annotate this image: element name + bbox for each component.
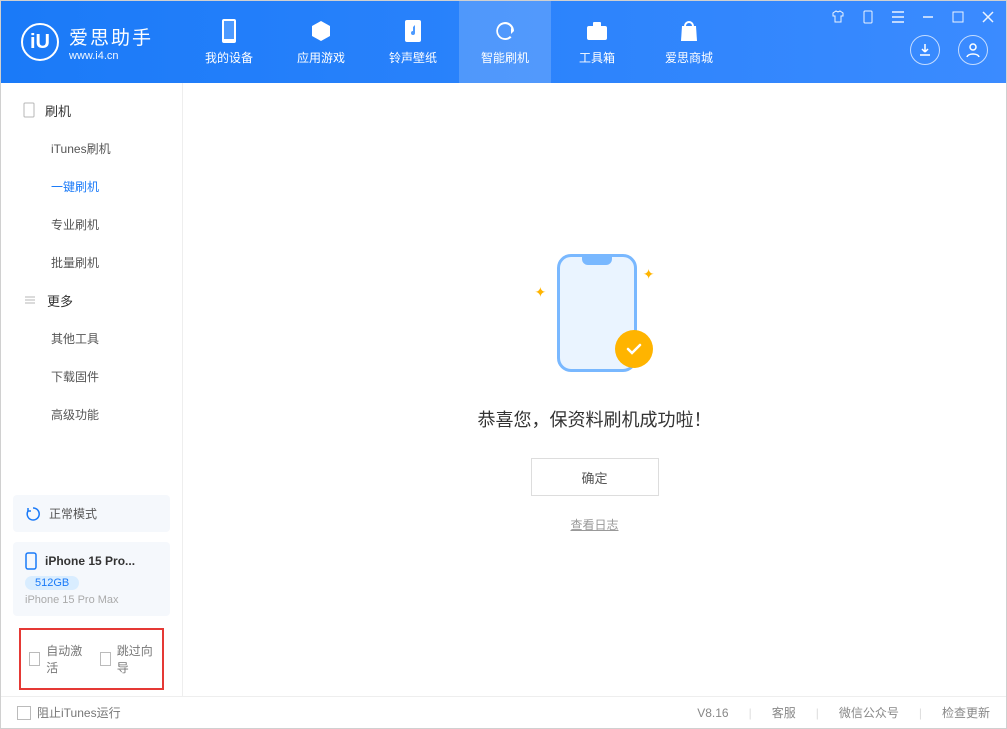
device-phone-icon bbox=[25, 552, 37, 570]
device-card[interactable]: iPhone 15 Pro... 512GB iPhone 15 Pro Max bbox=[13, 542, 170, 616]
footer-link-wechat[interactable]: 微信公众号 bbox=[839, 704, 899, 721]
footer-link-update[interactable]: 检查更新 bbox=[942, 704, 990, 721]
view-log-link[interactable]: 查看日志 bbox=[570, 516, 618, 533]
success-illustration: ✦ ✦ bbox=[535, 246, 655, 386]
tab-store[interactable]: 爱思商城 bbox=[643, 1, 735, 83]
bag-icon bbox=[677, 19, 701, 43]
device-name: iPhone 15 Pro... bbox=[45, 554, 135, 568]
tab-ringtones[interactable]: 铃声壁纸 bbox=[367, 1, 459, 83]
checkbox-icon bbox=[29, 652, 40, 666]
sidebar-group-flash[interactable]: 刷机 bbox=[1, 91, 182, 129]
sparkle-icon: ✦ bbox=[535, 284, 547, 301]
user-icon[interactable] bbox=[958, 35, 988, 65]
nav-tabs: 我的设备 应用游戏 铃声壁纸 智能刷机 工具箱 爱思商城 bbox=[183, 1, 735, 83]
success-message: 恭喜您，保资料刷机成功啦！ bbox=[478, 406, 712, 432]
sidebar-item-itunes[interactable]: iTunes刷机 bbox=[1, 129, 182, 167]
tab-flash[interactable]: 智能刷机 bbox=[459, 1, 551, 83]
tab-my-device[interactable]: 我的设备 bbox=[183, 1, 275, 83]
status-label: 正常模式 bbox=[49, 505, 97, 522]
footer: 阻止iTunes运行 V8.16 | 客服 | 微信公众号 | 检查更新 bbox=[1, 696, 1006, 728]
skin-icon[interactable] bbox=[830, 9, 846, 25]
app-subtitle: www.i4.cn bbox=[69, 50, 153, 62]
toolbox-icon bbox=[585, 19, 609, 43]
sidebar-item-batch[interactable]: 批量刷机 bbox=[1, 243, 182, 281]
phone-icon bbox=[217, 19, 241, 43]
tab-toolbox[interactable]: 工具箱 bbox=[551, 1, 643, 83]
app-header: iU 爱思助手 www.i4.cn 我的设备 应用游戏 铃声壁纸 智能刷机 bbox=[1, 1, 1006, 83]
cube-icon bbox=[309, 19, 333, 43]
logo-icon: iU bbox=[21, 23, 59, 61]
sidebar-item-pro[interactable]: 专业刷机 bbox=[1, 205, 182, 243]
checkbox-skip-wizard[interactable]: 跳过向导 bbox=[100, 642, 155, 676]
sidebar-item-oneclick[interactable]: 一键刷机 bbox=[1, 167, 182, 205]
app-title: 爱思助手 bbox=[69, 23, 153, 50]
ok-button[interactable]: 确定 bbox=[531, 458, 659, 496]
more-icon bbox=[23, 293, 37, 307]
version-label: V8.16 bbox=[697, 706, 728, 720]
sidebar-item-tools[interactable]: 其他工具 bbox=[1, 319, 182, 357]
checkbox-icon bbox=[100, 652, 111, 666]
sidebar-item-firmware[interactable]: 下载固件 bbox=[1, 357, 182, 395]
check-badge-icon bbox=[615, 330, 653, 368]
sidebar: 刷机 iTunes刷机 一键刷机 专业刷机 批量刷机 更多 其他工具 下载固件 … bbox=[1, 83, 183, 696]
sparkle-icon: ✦ bbox=[643, 266, 655, 283]
phone-control-icon[interactable] bbox=[860, 9, 876, 25]
sidebar-group-more[interactable]: 更多 bbox=[1, 281, 182, 319]
device-model: iPhone 15 Pro Max bbox=[25, 594, 158, 606]
refresh-status-icon[interactable] bbox=[25, 506, 41, 522]
main-content: ✦ ✦ 恭喜您，保资料刷机成功啦！ 确定 查看日志 bbox=[183, 83, 1006, 696]
download-icon[interactable] bbox=[910, 35, 940, 65]
checkbox-auto-activate[interactable]: 自动激活 bbox=[29, 642, 84, 676]
options-row: 自动激活 跳过向导 bbox=[19, 628, 164, 690]
music-icon bbox=[401, 19, 425, 43]
tab-apps[interactable]: 应用游戏 bbox=[275, 1, 367, 83]
checkbox-icon bbox=[17, 706, 31, 720]
close-icon[interactable] bbox=[980, 9, 996, 25]
storage-badge: 512GB bbox=[25, 576, 79, 590]
checkbox-block-itunes[interactable]: 阻止iTunes运行 bbox=[17, 704, 121, 721]
sync-icon bbox=[493, 19, 517, 43]
menu-icon[interactable] bbox=[890, 9, 906, 25]
sidebar-item-advanced[interactable]: 高级功能 bbox=[1, 395, 182, 433]
window-controls bbox=[830, 9, 996, 25]
minimize-icon[interactable] bbox=[920, 9, 936, 25]
device-status-card: 正常模式 bbox=[13, 495, 170, 532]
maximize-icon[interactable] bbox=[950, 9, 966, 25]
app-logo: iU 爱思助手 www.i4.cn bbox=[21, 23, 153, 62]
footer-link-support[interactable]: 客服 bbox=[772, 704, 796, 721]
device-icon bbox=[23, 102, 35, 118]
